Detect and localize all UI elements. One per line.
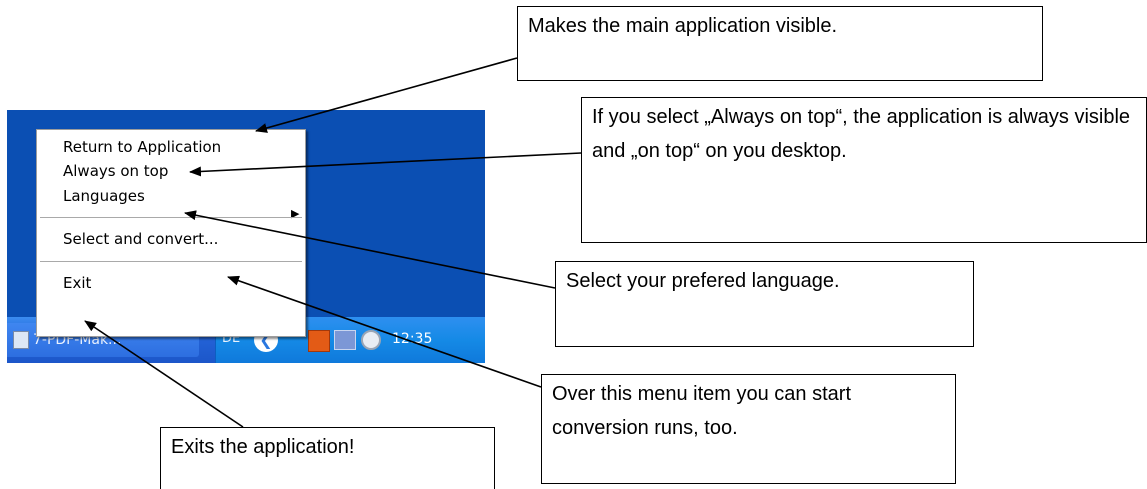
arrow-always-on-top xyxy=(189,152,582,177)
callout-arrows xyxy=(84,57,582,428)
arrow-select-and-convert xyxy=(227,275,542,388)
arrow-exit xyxy=(84,320,244,428)
arrow-languages xyxy=(184,210,556,289)
arrow-return-to-application xyxy=(255,57,518,133)
